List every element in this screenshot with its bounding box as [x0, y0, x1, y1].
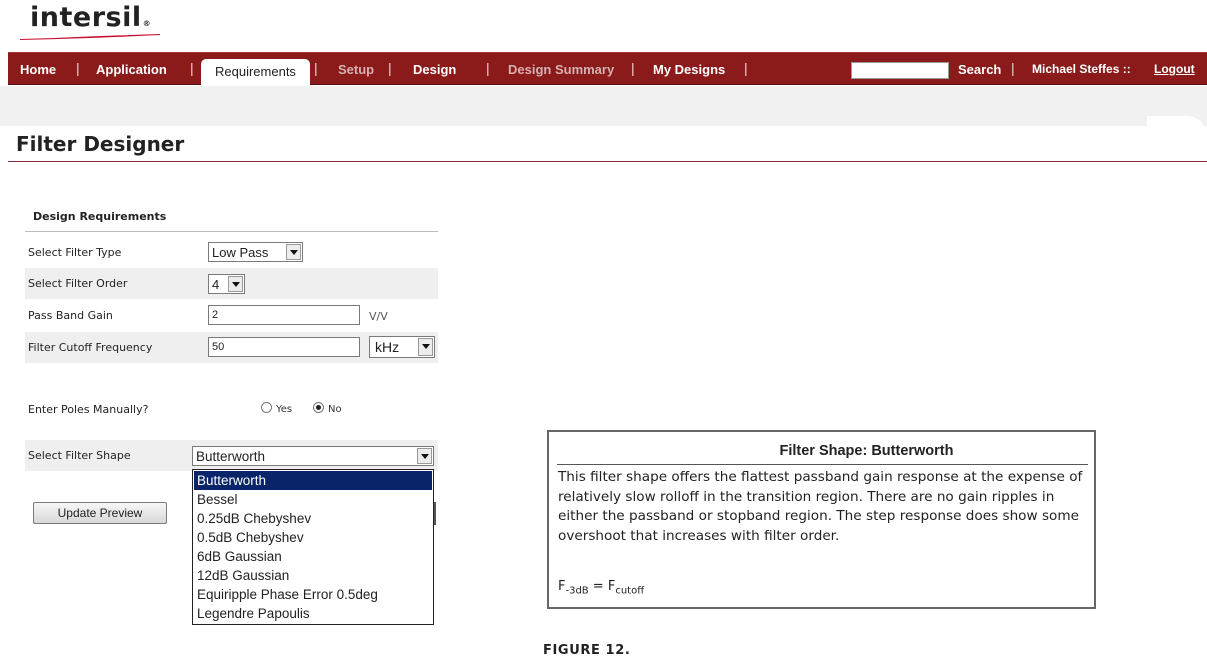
frequency-unit-select[interactable]: kHz: [369, 336, 435, 358]
cutoff-frequency-row: Filter Cutoff Frequency 50 kHz: [25, 332, 438, 363]
dropdown-option[interactable]: 6dB Gaussian: [194, 547, 432, 566]
filter-type-row: Select Filter Type Low Pass: [25, 237, 438, 268]
info-box-description: This filter shape offers the flattest pa…: [558, 469, 1083, 544]
nav-my-designs[interactable]: My Designs: [653, 53, 725, 86]
pass-band-gain-unit: V/V: [369, 310, 388, 323]
dropdown-option[interactable]: 0.5dB Chebyshev: [194, 528, 432, 547]
chevron-down-icon[interactable]: [418, 338, 433, 356]
formula-equals: =: [588, 579, 608, 594]
poles-yes-radio[interactable]: [261, 402, 272, 413]
filter-shape-dropdown-list[interactable]: Butterworth Bessel 0.25dB Chebyshev 0.5d…: [192, 469, 434, 625]
nav-separator: |: [76, 60, 80, 76]
filter-type-value: Low Pass: [212, 245, 269, 260]
nav-design-summary[interactable]: Design Summary: [508, 53, 614, 86]
pass-band-gain-input[interactable]: 2: [208, 305, 360, 325]
nav-separator: |: [190, 60, 194, 76]
section-divider: [25, 231, 438, 232]
filter-order-value: 4: [212, 277, 220, 292]
nav-setup[interactable]: Setup: [338, 53, 374, 86]
chevron-down-icon[interactable]: [286, 244, 301, 260]
filter-order-select[interactable]: 4: [208, 274, 245, 294]
cutoff-frequency-label: Filter Cutoff Frequency: [28, 341, 153, 354]
logo-swoosh-icon: [20, 34, 160, 40]
info-box-title: Filter Shape: Butterworth: [779, 443, 954, 459]
filter-order-label: Select Filter Order: [28, 277, 128, 290]
intersil-logo[interactable]: intersil®: [30, 2, 151, 33]
dropdown-option[interactable]: 12dB Gaussian: [194, 566, 432, 585]
page-title: Filter Designer: [16, 132, 185, 156]
user-name: Michael Steffes ::: [1032, 62, 1131, 76]
frequency-unit-value: kHz: [375, 339, 400, 355]
formula-rhs-subscript: cutoff: [615, 585, 645, 597]
search-input[interactable]: [851, 62, 949, 79]
nav-separator: |: [314, 60, 318, 76]
pass-band-gain-row: Pass Band Gain 2 V/V: [25, 300, 438, 331]
cutoff-formula: F-3dB = Fcutoff: [558, 579, 644, 597]
nav-separator: |: [744, 60, 748, 76]
section-heading: Design Requirements: [33, 210, 167, 223]
poles-no-radio[interactable]: [313, 402, 324, 413]
tab-requirements[interactable]: Requirements: [201, 59, 310, 87]
main-navbar: Home | Application | Requirements | Setu…: [8, 52, 1207, 87]
nav-separator: |: [1011, 60, 1015, 76]
nav-design[interactable]: Design: [413, 53, 456, 86]
cutoff-frequency-input[interactable]: 50: [208, 337, 360, 357]
dropdown-option[interactable]: Butterworth: [194, 471, 432, 490]
nav-separator: |: [388, 60, 392, 76]
figure-caption: FIGURE 12.: [543, 643, 631, 658]
dropdown-option[interactable]: Equiripple Phase Error 0.5deg: [194, 585, 432, 604]
logo-text: intersil: [30, 2, 142, 33]
update-preview-button[interactable]: Update Preview: [33, 502, 167, 524]
filter-type-select[interactable]: Low Pass: [208, 242, 303, 262]
dropdown-option[interactable]: Legendre Papoulis: [194, 604, 432, 623]
title-divider: [8, 161, 1207, 162]
info-box-divider: [557, 464, 1088, 465]
subheader-band: [0, 86, 1207, 126]
pass-band-gain-label: Pass Band Gain: [28, 309, 113, 322]
chevron-down-icon[interactable]: [228, 276, 243, 292]
filter-shape-label: Select Filter Shape: [28, 449, 131, 462]
filter-shape-info-box: Filter Shape: Butterworth This filter sh…: [547, 430, 1096, 609]
nav-application[interactable]: Application: [96, 53, 167, 86]
poles-manual-label: Enter Poles Manually?: [28, 403, 149, 416]
poles-no-label: No: [328, 404, 342, 415]
filter-order-row: Select Filter Order 4: [25, 268, 438, 299]
logo-registered-mark: ®: [142, 19, 152, 28]
filter-shape-value: Butterworth: [196, 449, 266, 464]
formula-lhs-subscript: -3dB: [565, 585, 589, 597]
nav-home[interactable]: Home: [20, 53, 56, 86]
filter-type-label: Select Filter Type: [28, 246, 122, 259]
dropdown-option[interactable]: Bessel: [194, 490, 432, 509]
search-link[interactable]: Search: [958, 53, 1001, 86]
nav-separator: |: [631, 60, 635, 76]
filter-shape-row: Select Filter Shape Butterworth: [25, 440, 438, 471]
filter-shape-select[interactable]: Butterworth: [192, 446, 434, 466]
nav-separator: |: [486, 60, 490, 76]
chevron-down-icon[interactable]: [417, 448, 432, 464]
poles-yes-label: Yes: [276, 404, 293, 415]
dropdown-option[interactable]: 0.25dB Chebyshev: [194, 509, 432, 528]
content-panel-corner: [1147, 116, 1207, 136]
header-strip: [0, 0, 1207, 52]
logout-link[interactable]: Logout: [1154, 53, 1195, 86]
